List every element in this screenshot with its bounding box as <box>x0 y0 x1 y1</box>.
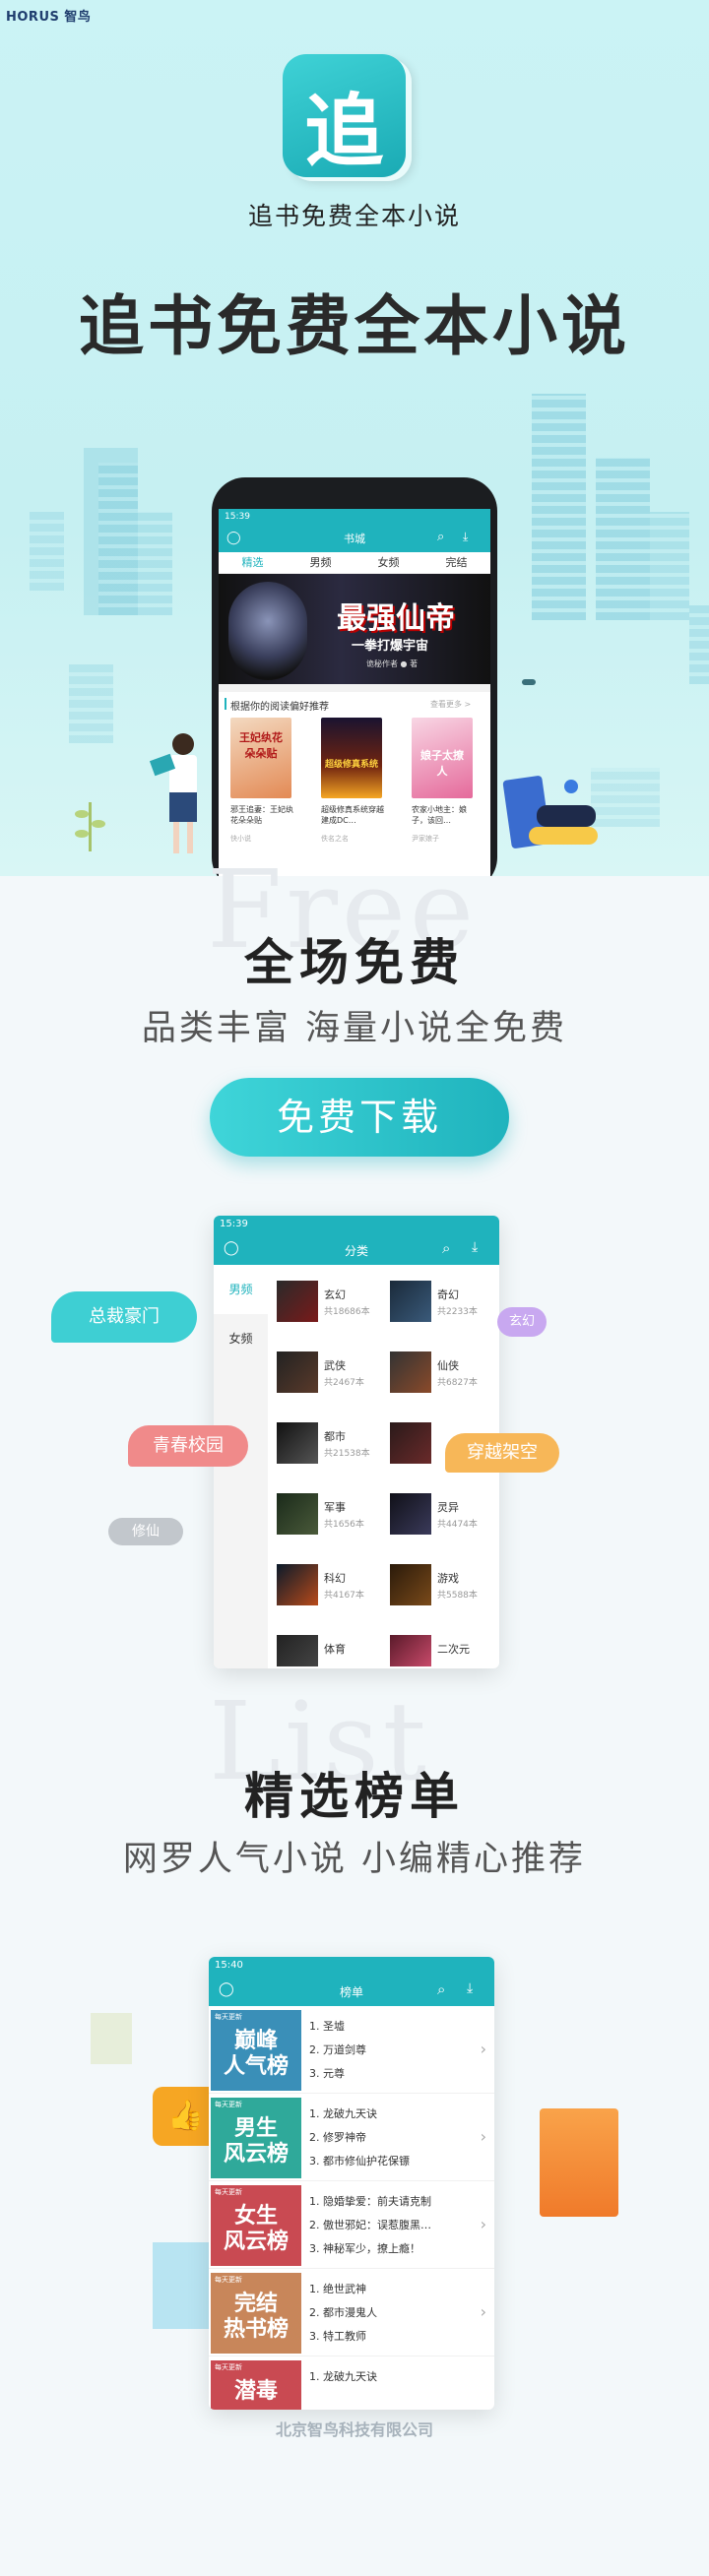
bird-decoration <box>522 679 536 685</box>
category-item[interactable]: 游戏 共5588本 <box>386 1556 499 1627</box>
category-tabs: 精选 男频 女频 完结 <box>219 552 490 574</box>
company-footer: 北京智鸟科技有限公司 <box>275 2420 433 2439</box>
plant-decoration <box>71 792 110 851</box>
screen-title: 分类 <box>344 1244 368 1258</box>
chevron-right-icon: › <box>480 2127 486 2146</box>
building-decoration <box>30 512 64 591</box>
free-subtitle: 品类丰富 海量小说全免费 <box>141 1009 568 1048</box>
category-item[interactable]: 武侠 共2467本 <box>273 1344 386 1414</box>
search-icon[interactable]: ⌕ <box>442 1239 450 1257</box>
recommend-title: 根据你的阅读偏好推荐 <box>230 702 329 713</box>
building-decoration <box>532 394 586 620</box>
list-subtitle: 网罗人气小说 小编精心推荐 <box>122 1840 587 1879</box>
status-bar: 15:39 ◯ 书城 ⌕ ⤓ <box>219 509 490 552</box>
ranking-screen: 15:40 ◯ 榜单 ⌕ ⤓ 巅峰 人气榜 每天更新 1. 圣墟 2. 万道剑尊 … <box>209 1957 494 2410</box>
ranking-row[interactable]: 潜毒 每天更新 1. 龙破九天诀 <box>209 2358 494 2410</box>
category-item[interactable]: 二次元 <box>386 1627 499 1666</box>
building-decoration <box>591 768 660 827</box>
girl-reading-illustration <box>149 733 207 861</box>
category-item[interactable]: 奇幻 共2233本 <box>386 1273 499 1344</box>
banner-character <box>228 582 307 680</box>
ranking-row[interactable]: 女生 风云榜 每天更新 1. 隐婚挚爱：前夫请克制 2. 傲世邪妃：误惹腹黑… 3… <box>209 2183 494 2269</box>
ranking-row[interactable]: 巅峰 人气榜 每天更新 1. 圣墟 2. 万道剑尊 3. 元尊 › <box>209 2008 494 2094</box>
book-cover[interactable]: 王妃纨花朵朵贴 <box>230 718 291 798</box>
tab-finished[interactable]: 完结 <box>446 552 468 573</box>
app-icon: 追 <box>283 54 406 177</box>
tag-ceo: 总裁豪门 <box>51 1291 197 1343</box>
app-name: 追书免费全本小说 <box>247 202 461 230</box>
tag-time-travel: 穿越架空 <box>445 1433 559 1473</box>
download-icon[interactable]: ⤓ <box>472 1239 478 1255</box>
book-author: 快小说 <box>230 835 251 843</box>
book-icon <box>540 2108 618 2217</box>
category-item[interactable]: 都市 共21538本 <box>273 1414 386 1485</box>
list-title: 精选榜单 <box>244 1767 465 1825</box>
search-icon[interactable]: ⌕ <box>437 530 444 544</box>
building-decoration <box>138 512 172 615</box>
book-title[interactable]: 邪王追妻：王妃纨花朵朵贴 <box>230 804 299 826</box>
status-time: 15:39 <box>220 1219 248 1229</box>
free-title: 全场免费 <box>244 933 465 991</box>
category-item[interactable]: 仙侠 共6827本 <box>386 1344 499 1414</box>
category-item[interactable]: 灵异 共4474本 <box>386 1485 499 1556</box>
banner-author: 诡秘作者 ● 著 <box>366 660 419 668</box>
hero-section: HORUS 智鸟 追 追书免费全本小说 追书免费全本小说 15:39 ◯ 书城 … <box>0 0 709 876</box>
banner-title: 最强仙帝 <box>337 601 455 636</box>
book-cover[interactable]: 娘子太撩人 <box>412 718 473 798</box>
tab-male[interactable]: 男频 <box>310 552 332 573</box>
ranking-row[interactable]: 男生 风云榜 每天更新 1. 龙破九天诀 2. 修罗神帝 3. 都市修仙护花保镖 … <box>209 2096 494 2181</box>
side-tab-female[interactable]: 女频 <box>214 1314 268 1363</box>
side-nav: 男频 女频 <box>214 1265 268 1668</box>
category-item[interactable]: 体育 <box>273 1627 386 1666</box>
tag-cultivation: 修仙 <box>108 1518 183 1545</box>
promo-banner[interactable]: 最强仙帝 一拳打爆宇宙 诡秘作者 ● 著 <box>219 574 490 684</box>
download-icon[interactable]: ⤓ <box>467 1980 473 1996</box>
category-item[interactable]: 军事 共1656本 <box>273 1485 386 1556</box>
download-icon[interactable]: ⤓ <box>463 530 468 544</box>
status-time: 15:39 <box>225 512 250 522</box>
more-link[interactable]: 查看更多 > <box>430 699 471 710</box>
building-decoration <box>689 605 709 684</box>
status-bar: 15:40 ◯ 榜单 ⌕ ⤓ <box>209 1957 494 2006</box>
tag-fantasy: 玄幻 <box>497 1307 547 1337</box>
book-author: 佚名之名 <box>321 835 349 843</box>
phone-mockup: 15:39 ◯ 书城 ⌕ ⤓ 精选 男频 女频 完结 最强仙帝 一拳打爆宇宙 诡… <box>212 477 497 876</box>
building-decoration <box>69 664 113 743</box>
tab-female[interactable]: 女频 <box>378 552 400 573</box>
category-item[interactable]: 玄幻 共18686本 <box>273 1273 386 1344</box>
tab-featured[interactable]: 精选 <box>242 552 264 573</box>
tag-campus: 青春校园 <box>128 1425 248 1467</box>
decoration-card <box>91 2013 132 2064</box>
book-title[interactable]: 农家小地主：娘子，该回… <box>412 804 481 826</box>
search-icon[interactable]: ⌕ <box>437 1980 445 1998</box>
book-title[interactable]: 超级修真系统穿越建成DC… <box>321 804 390 826</box>
chevron-right-icon: › <box>480 2302 486 2321</box>
status-bar: 15:39 ◯ 分类 ⌕ ⤓ <box>214 1216 499 1265</box>
status-time: 15:40 <box>215 1960 243 1971</box>
building-decoration <box>98 463 138 615</box>
screen-title: 书城 <box>344 533 365 545</box>
download-button[interactable]: 免费下载 <box>210 1078 509 1157</box>
building-decoration <box>650 512 689 620</box>
screen-title: 榜单 <box>339 1985 363 1999</box>
bookstore-screen: 15:39 ◯ 书城 ⌕ ⤓ 精选 男频 女频 完结 最强仙帝 一拳打爆宇宙 诡… <box>219 509 490 876</box>
building-decoration <box>596 458 650 620</box>
book-cover[interactable]: 超级修真系统 <box>321 718 382 798</box>
ranking-row[interactable]: 完结 热书榜 每天更新 1. 绝世武神 2. 都市漫鬼人 3. 特工教师 › <box>209 2271 494 2356</box>
chevron-right-icon: › <box>480 2040 486 2058</box>
boy-reading-illustration <box>497 768 598 856</box>
brand-logo: HORUS 智鸟 <box>6 10 92 25</box>
hero-title: 追书免费全本小说 <box>79 287 630 364</box>
side-tab-male[interactable]: 男频 <box>214 1265 268 1314</box>
category-item[interactable]: 科幻 共4167本 <box>273 1556 386 1627</box>
banner-subtitle: 一拳打爆宇宙 <box>352 639 429 654</box>
chevron-right-icon: › <box>480 2215 486 2233</box>
book-author: 尹家娘子 <box>412 835 439 843</box>
